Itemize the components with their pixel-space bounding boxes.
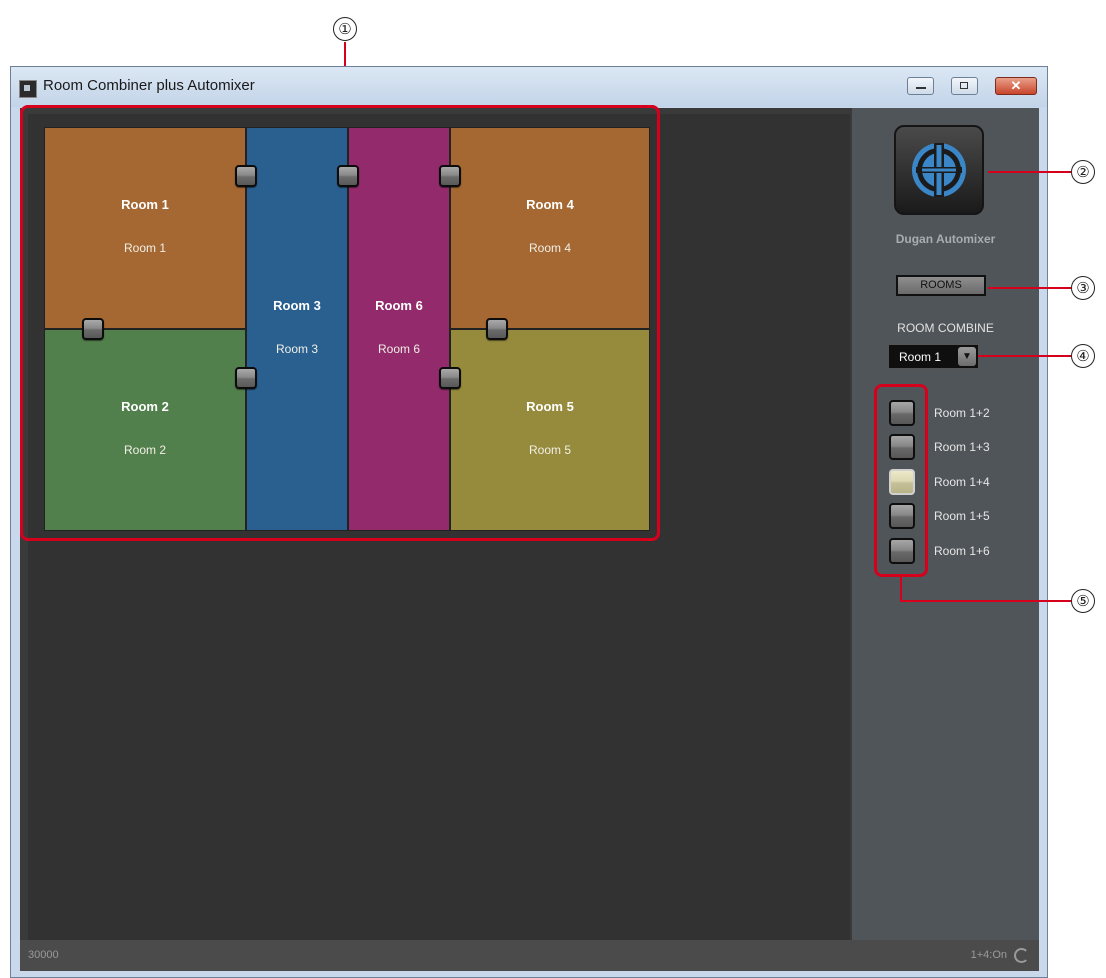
callout-4: ④	[1071, 344, 1095, 368]
callout-1: ①	[333, 17, 357, 41]
combine-label: Room 1+4	[934, 475, 990, 489]
dugan-logo-icon	[912, 143, 966, 197]
status-bar: 30000 1+4:On	[20, 940, 1039, 971]
callout-5: ⑤	[1071, 589, 1095, 613]
combine-label: Room 1+2	[934, 406, 990, 420]
callout-2: ②	[1071, 160, 1095, 184]
minimize-button[interactable]	[907, 77, 934, 95]
close-icon: ✕	[1010, 78, 1022, 93]
dugan-automixer-button[interactable]	[894, 125, 984, 215]
status-combine-state: 1+4:On	[970, 949, 1007, 961]
combine-label: Room 1+3	[934, 440, 990, 454]
maximize-button[interactable]	[951, 77, 978, 95]
callout-5-frame	[874, 384, 928, 577]
minimize-icon	[916, 87, 926, 89]
rooms-button[interactable]: ROOMS	[896, 275, 986, 296]
callout-2-leader	[988, 171, 1071, 173]
combine-label: Room 1+5	[934, 509, 990, 523]
room-combine-select[interactable]: Room 1 ▼	[888, 344, 979, 369]
callout-5-leader-v	[900, 577, 902, 601]
room-combine-label: ROOM COMBINE	[897, 321, 994, 335]
window-title: Room Combiner plus Automixer	[43, 77, 255, 94]
callout-5-leader-h	[900, 600, 1071, 602]
combine-label: Room 1+6	[934, 544, 990, 558]
title-bar: Room Combiner plus Automixer ✕	[11, 67, 1047, 107]
callout-1-frame	[20, 105, 660, 541]
refresh-icon[interactable]	[1014, 948, 1029, 963]
automixer-label: Dugan Automixer	[895, 232, 996, 246]
callout-3-leader	[988, 287, 1071, 289]
dropdown-arrow-icon[interactable]: ▼	[958, 347, 976, 366]
close-button[interactable]: ✕	[995, 77, 1037, 95]
callout-4-leader	[978, 355, 1071, 357]
status-id: 30000	[28, 949, 59, 961]
callout-3: ③	[1071, 276, 1095, 300]
app-icon	[19, 80, 37, 98]
maximize-icon	[960, 82, 968, 89]
room-combine-value: Room 1	[899, 350, 942, 364]
